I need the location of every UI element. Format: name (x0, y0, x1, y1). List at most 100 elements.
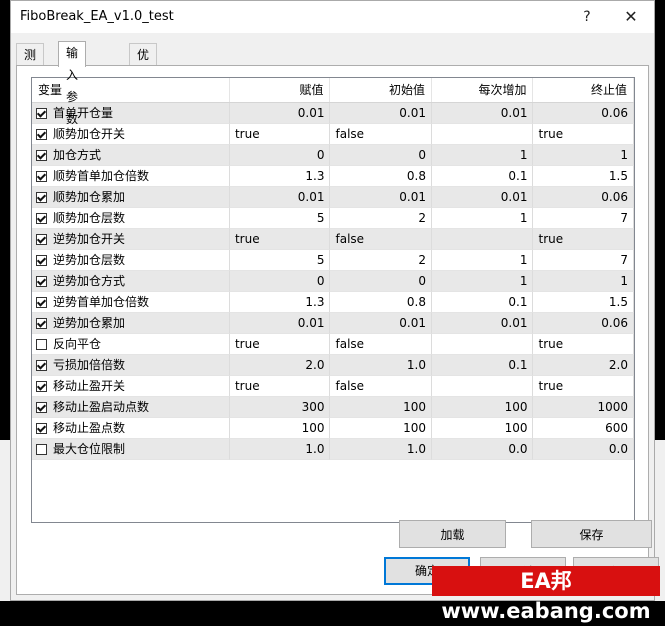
stop-cell[interactable]: true (533, 334, 634, 355)
optimize-checkbox[interactable] (36, 255, 47, 266)
optimize-checkbox[interactable] (36, 171, 47, 182)
optimize-checkbox[interactable] (36, 339, 47, 350)
table-row[interactable]: 顺势加仓层数 5 2 1 7 (32, 208, 634, 229)
step-cell[interactable]: 1 (431, 145, 534, 166)
stop-cell[interactable]: 600 (533, 418, 634, 439)
step-cell[interactable] (431, 229, 534, 250)
table-row[interactable]: 首单开仓量 0.01 0.01 0.01 0.06 (32, 103, 634, 124)
table-row[interactable]: 移动止盈启动点数 300 100 100 1000 (32, 397, 634, 418)
stop-cell[interactable]: 2.0 (533, 355, 634, 376)
value-cell[interactable]: 300 (229, 397, 331, 418)
step-cell[interactable] (431, 334, 534, 355)
step-cell[interactable]: 0.01 (431, 103, 534, 124)
start-cell[interactable]: 0.01 (330, 187, 432, 208)
stop-cell[interactable]: true (533, 124, 634, 145)
stop-cell[interactable]: 0.06 (533, 103, 634, 124)
start-cell[interactable]: 100 (330, 418, 432, 439)
table-row[interactable]: 顺势首单加仓倍数 1.3 0.8 0.1 1.5 (32, 166, 634, 187)
value-cell[interactable]: 100 (229, 418, 331, 439)
table-row[interactable]: 顺势加仓开关 true false true (32, 124, 634, 145)
table-row[interactable]: 逆势首单加仓倍数 1.3 0.8 0.1 1.5 (32, 292, 634, 313)
table-row[interactable]: 反向平仓 true false true (32, 334, 634, 355)
optimize-checkbox[interactable] (36, 402, 47, 413)
stop-cell[interactable]: 1 (533, 145, 634, 166)
step-cell[interactable]: 100 (431, 418, 534, 439)
optimize-checkbox[interactable] (36, 213, 47, 224)
value-cell[interactable]: 5 (229, 208, 331, 229)
step-cell[interactable]: 0.1 (431, 292, 534, 313)
table-row[interactable]: 加仓方式 0 0 1 1 (32, 145, 634, 166)
table-row[interactable]: 顺势加仓累加 0.01 0.01 0.01 0.06 (32, 187, 634, 208)
step-cell[interactable]: 0.01 (431, 187, 534, 208)
step-cell[interactable] (431, 376, 534, 397)
optimize-checkbox[interactable] (36, 192, 47, 203)
step-cell[interactable]: 0.1 (431, 166, 534, 187)
value-cell[interactable]: 0 (229, 271, 331, 292)
column-header-step[interactable]: 每次增加 (432, 78, 534, 102)
step-cell[interactable]: 1 (431, 208, 534, 229)
value-cell[interactable]: true (229, 334, 331, 355)
optimize-checkbox[interactable] (36, 360, 47, 371)
stop-cell[interactable]: true (533, 376, 634, 397)
value-cell[interactable]: 0 (229, 145, 331, 166)
optimize-checkbox[interactable] (36, 234, 47, 245)
start-cell[interactable]: 0.8 (330, 292, 432, 313)
optimize-checkbox[interactable] (36, 297, 47, 308)
start-cell[interactable]: false (330, 334, 432, 355)
start-cell[interactable]: 2 (330, 250, 432, 271)
value-cell[interactable]: true (229, 376, 331, 397)
help-button[interactable]: ? (576, 6, 598, 28)
optimize-checkbox[interactable] (36, 381, 47, 392)
stop-cell[interactable]: 1.5 (533, 166, 634, 187)
value-cell[interactable]: 0.01 (229, 313, 331, 334)
stop-cell[interactable]: 1000 (533, 397, 634, 418)
step-cell[interactable] (431, 124, 534, 145)
load-button[interactable]: 加载 (399, 520, 506, 548)
value-cell[interactable]: true (229, 124, 331, 145)
value-cell[interactable]: 1.3 (229, 166, 331, 187)
table-row[interactable]: 逆势加仓层数 5 2 1 7 (32, 250, 634, 271)
tab-testing[interactable]: 测试 (16, 43, 45, 84)
column-header-stop[interactable]: 终止值 (533, 78, 634, 102)
stop-cell[interactable]: 0.06 (533, 187, 634, 208)
start-cell[interactable]: false (330, 376, 432, 397)
step-cell[interactable]: 0.01 (431, 313, 534, 334)
step-cell[interactable]: 100 (431, 397, 534, 418)
stop-cell[interactable]: 7 (533, 250, 634, 271)
value-cell[interactable]: 0.01 (229, 103, 331, 124)
start-cell[interactable]: 0.8 (330, 166, 432, 187)
value-cell[interactable]: 0.01 (229, 187, 331, 208)
start-cell[interactable]: false (330, 124, 432, 145)
table-row[interactable]: 最大仓位限制 1.0 1.0 0.0 0.0 (32, 439, 634, 460)
table-row[interactable]: 移动止盈开关 true false true (32, 376, 634, 397)
value-cell[interactable]: 5 (229, 250, 331, 271)
table-row[interactable]: 逆势加仓开关 true false true (32, 229, 634, 250)
tab-inputs[interactable]: 输入参数 (58, 41, 87, 126)
start-cell[interactable]: 0.01 (330, 313, 432, 334)
value-cell[interactable]: true (229, 229, 331, 250)
step-cell[interactable]: 1 (431, 250, 534, 271)
column-header-value[interactable]: 赋值 (230, 78, 331, 102)
stop-cell[interactable]: 1.5 (533, 292, 634, 313)
start-cell[interactable]: false (330, 229, 432, 250)
start-cell[interactable]: 1.0 (330, 355, 432, 376)
optimize-checkbox[interactable] (36, 150, 47, 161)
value-cell[interactable]: 2.0 (229, 355, 331, 376)
step-cell[interactable]: 1 (431, 271, 534, 292)
save-button[interactable]: 保存 (531, 520, 652, 548)
stop-cell[interactable]: 1 (533, 271, 634, 292)
column-header-variable[interactable]: 变量 (32, 78, 230, 102)
optimize-checkbox[interactable] (36, 129, 47, 140)
stop-cell[interactable]: 0.06 (533, 313, 634, 334)
optimize-checkbox[interactable] (36, 108, 47, 119)
start-cell[interactable]: 2 (330, 208, 432, 229)
stop-cell[interactable]: 7 (533, 208, 634, 229)
optimize-checkbox[interactable] (36, 276, 47, 287)
value-cell[interactable]: 1.0 (229, 439, 331, 460)
optimize-checkbox[interactable] (36, 318, 47, 329)
tab-optimization[interactable]: 优化 (129, 43, 158, 84)
start-cell[interactable]: 0 (330, 145, 432, 166)
table-row[interactable]: 亏损加倍倍数 2.0 1.0 0.1 2.0 (32, 355, 634, 376)
start-cell[interactable]: 0 (330, 271, 432, 292)
value-cell[interactable]: 1.3 (229, 292, 331, 313)
